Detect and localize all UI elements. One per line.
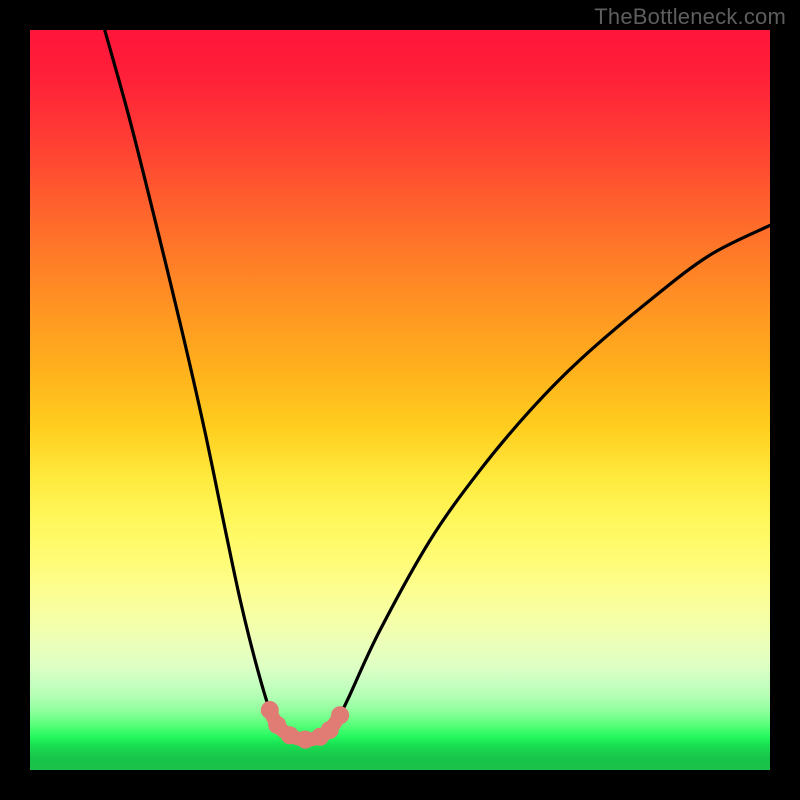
- trough-marker: [281, 727, 298, 744]
- trough-markers-group: [261, 702, 348, 749]
- curve-overlay: [30, 30, 770, 770]
- watermark-text: TheBottleneck.com: [594, 4, 786, 30]
- trough-marker: [332, 707, 349, 724]
- trough-marker: [321, 722, 338, 739]
- curve-left-branch: [105, 30, 297, 738]
- plot-area: [30, 30, 770, 770]
- chart-frame: TheBottleneck.com: [0, 0, 800, 800]
- curve-right-branch: [340, 225, 770, 715]
- trough-marker: [297, 731, 314, 748]
